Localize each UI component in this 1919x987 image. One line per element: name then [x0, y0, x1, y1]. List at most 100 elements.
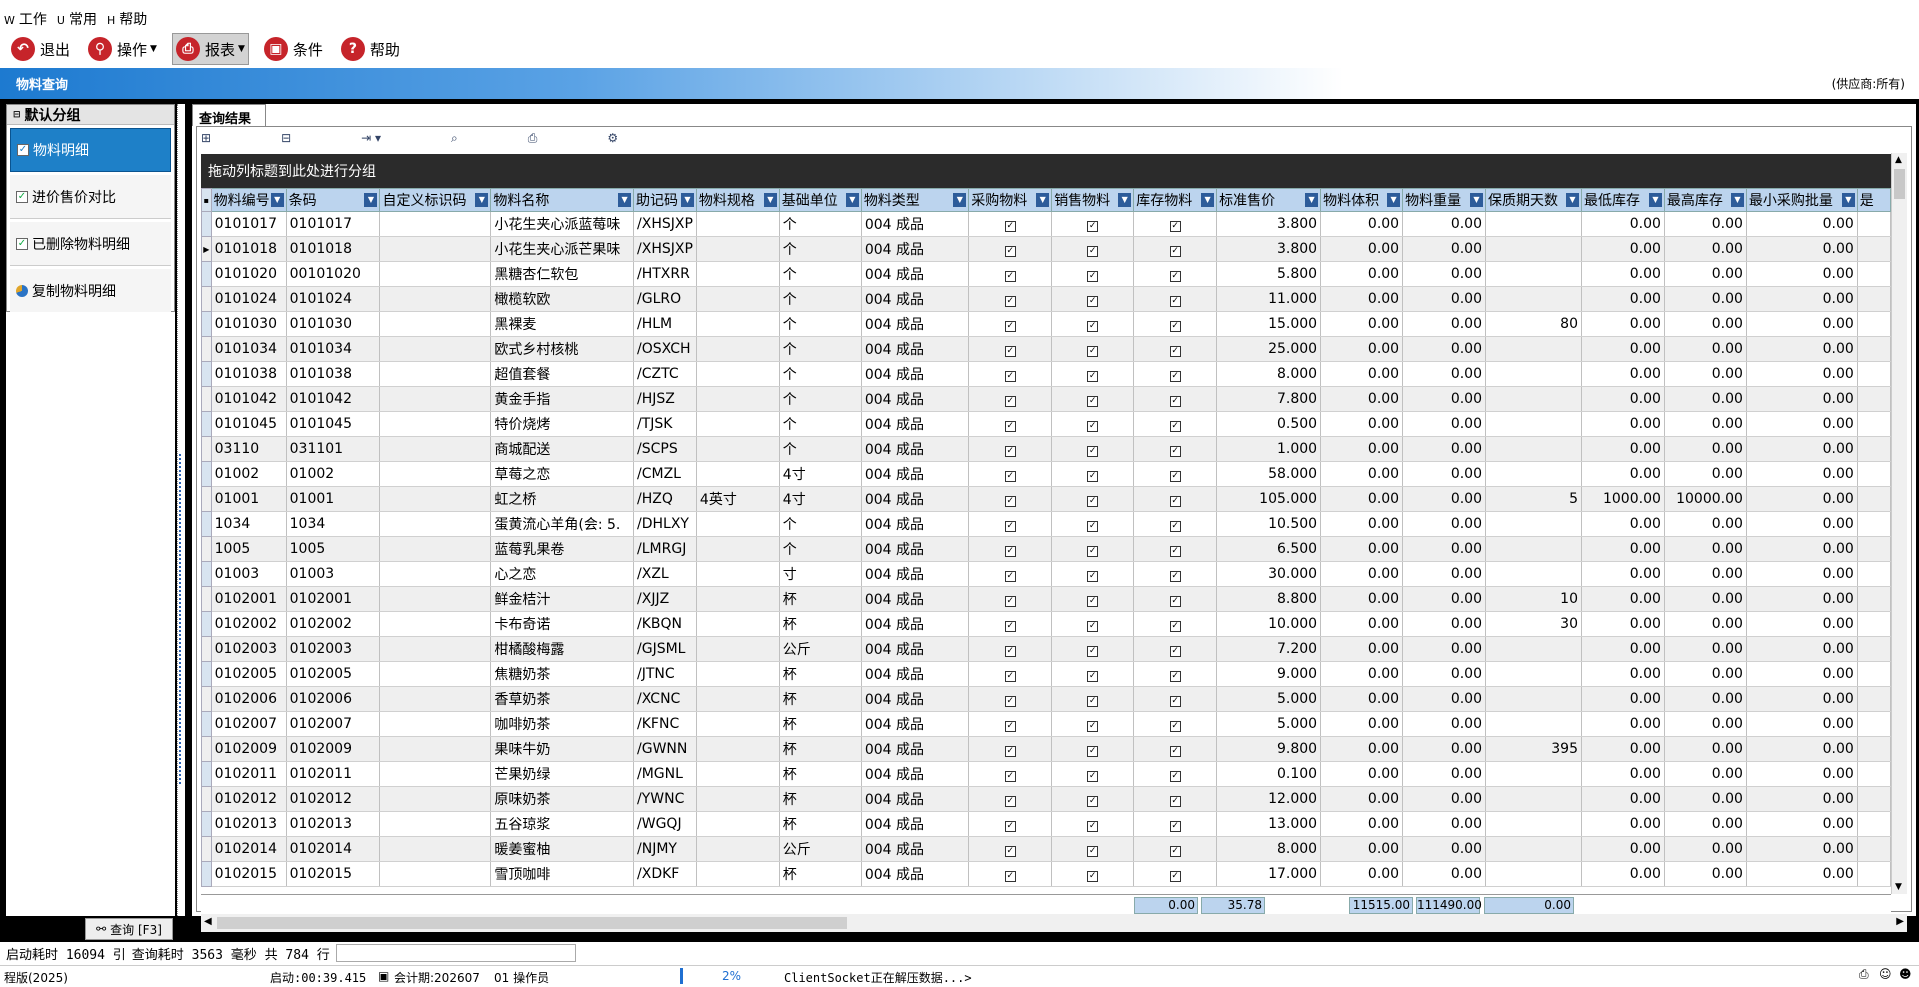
- table-cell[interactable]: 心之恋: [490, 561, 635, 587]
- table-cell[interactable]: 004 成品: [861, 836, 970, 862]
- table-cell[interactable]: 0.00: [1402, 411, 1486, 437]
- column-header[interactable]: 最高库存 ▼: [1663, 188, 1747, 212]
- column-header[interactable]: 库存物料 ▼: [1133, 188, 1218, 212]
- table-cell[interactable]: 0.00: [1664, 236, 1747, 262]
- table-cell[interactable]: 0.00: [1320, 361, 1404, 387]
- checkbox-cell[interactable]: ✓: [968, 486, 1053, 512]
- table-cell[interactable]: /DHLXY: [633, 511, 697, 537]
- table-cell[interactable]: 004 成品: [861, 786, 970, 812]
- table-cell[interactable]: [1485, 236, 1583, 262]
- table-cell[interactable]: 0101024: [211, 286, 287, 312]
- table-cell[interactable]: 0.00: [1320, 311, 1404, 337]
- menu-help[interactable]: H 帮助: [107, 9, 147, 29]
- column-header[interactable]: 基础单位 ▼: [778, 188, 862, 212]
- row-indicator[interactable]: [201, 261, 212, 287]
- table-cell[interactable]: 0.00: [1581, 686, 1665, 712]
- table-cell[interactable]: 0102013: [211, 811, 287, 837]
- table-row[interactable]: 01003 01003 心之恋/XZL 寸 004 成品 ✓ ✓ ✓ 30.000 0.00 0.0…: [201, 561, 1891, 587]
- checkbox-cell[interactable]: ✓: [1133, 311, 1218, 337]
- group-by-area[interactable]: 拖动列标题到此处进行分组: [201, 154, 1907, 188]
- table-cell[interactable]: 0102007: [286, 711, 381, 737]
- table-cell[interactable]: [379, 361, 492, 387]
- table-cell[interactable]: 0.00: [1746, 711, 1858, 737]
- table-cell[interactable]: 0.00: [1320, 586, 1404, 612]
- checkbox-cell[interactable]: ✓: [1051, 511, 1135, 537]
- table-cell[interactable]: /HJSZ: [633, 386, 697, 412]
- table-row[interactable]: 0102012 0102012 原味奶茶/YWNC 杯 004 成品 ✓ ✓ ✓ 12.000 0…: [201, 786, 1891, 812]
- table-cell[interactable]: [696, 411, 780, 437]
- table-cell[interactable]: 0.00: [1320, 386, 1404, 412]
- table-cell[interactable]: 暖姜蜜柚: [490, 836, 635, 862]
- table-cell[interactable]: 个: [779, 361, 862, 387]
- row-indicator[interactable]: [201, 786, 212, 812]
- checkbox-cell[interactable]: ✓: [968, 711, 1053, 737]
- table-row[interactable]: 0102009 0102009 果味牛奶/GWNN 杯 004 成品 ✓ ✓ ✓ 9.800 0.…: [201, 736, 1891, 762]
- table-cell[interactable]: 0.00: [1581, 811, 1665, 837]
- table-cell[interactable]: 0.00: [1581, 611, 1665, 637]
- checkbox-cell[interactable]: ✓: [968, 261, 1053, 287]
- row-indicator[interactable]: [201, 286, 212, 312]
- table-cell[interactable]: 004 成品: [861, 611, 970, 637]
- checkbox-cell[interactable]: ✓: [1051, 486, 1135, 512]
- find-icon[interactable]: ⌕: [451, 131, 458, 146]
- table-cell[interactable]: 30: [1485, 611, 1583, 637]
- column-header[interactable]: 物料体积 ▼: [1320, 188, 1404, 212]
- export-icon[interactable]: ⇥ ▾: [361, 131, 381, 145]
- table-cell[interactable]: 11.000: [1216, 286, 1322, 312]
- table-cell[interactable]: 0.00: [1402, 611, 1486, 637]
- table-cell[interactable]: 0.00: [1746, 386, 1858, 412]
- table-row[interactable]: 0102003 0102003 柑橘酸梅露/GJSML 公斤 004 成品 ✓ ✓ ✓ 7.20…: [201, 636, 1891, 662]
- table-cell[interactable]: 公斤: [779, 636, 862, 662]
- table-row[interactable]: 1005 1005 蓝莓乳果卷/LMRGJ 个 004 成品 ✓ ✓ ✓ 6.500 0.00 0.…: [201, 536, 1891, 562]
- table-cell[interactable]: 公斤: [779, 836, 862, 862]
- table-cell[interactable]: 0.00: [1402, 736, 1486, 762]
- table-cell[interactable]: 杯: [779, 586, 862, 612]
- checkbox-cell[interactable]: ✓: [968, 836, 1053, 862]
- table-cell[interactable]: [1485, 511, 1583, 537]
- table-row[interactable]: 0101030 0101030 黑裸麦/HLM 个 004 成品 ✓ ✓ ✓ 15.000 0.0…: [201, 311, 1891, 337]
- table-cell[interactable]: 0.00: [1402, 511, 1486, 537]
- checkbox-cell[interactable]: ✓: [1133, 211, 1218, 237]
- checkbox-cell[interactable]: ✓: [1133, 611, 1218, 637]
- table-cell[interactable]: 个: [779, 261, 862, 287]
- table-cell[interactable]: 01001: [286, 486, 381, 512]
- table-cell[interactable]: [379, 586, 492, 612]
- table-cell[interactable]: 0.00: [1320, 261, 1404, 287]
- table-cell[interactable]: 004 成品: [861, 586, 970, 612]
- checkbox-cell[interactable]: ✓: [1133, 261, 1218, 287]
- table-cell[interactable]: 个: [779, 336, 862, 362]
- table-cell[interactable]: 0.00: [1581, 761, 1665, 787]
- table-cell[interactable]: 031101: [286, 436, 381, 462]
- row-indicator[interactable]: [201, 811, 212, 837]
- table-cell[interactable]: 0.00: [1320, 536, 1404, 562]
- table-cell[interactable]: /JTNC: [633, 661, 697, 687]
- table-cell[interactable]: 5.000: [1216, 711, 1322, 737]
- table-cell[interactable]: 0101042: [211, 386, 287, 412]
- table-cell[interactable]: 004 成品: [861, 386, 970, 412]
- column-header[interactable]: 采购物料 ▼: [968, 188, 1053, 212]
- table-row[interactable]: 0101034 0101034 欧式乡村核桃/OSXCH 个 004 成品 ✓ ✓ ✓ 25.0…: [201, 336, 1891, 362]
- settings-icon[interactable]: ⚙: [607, 131, 618, 145]
- table-cell[interactable]: [696, 586, 780, 612]
- menu-work[interactable]: W 工作: [4, 9, 47, 29]
- table-cell[interactable]: 0.00: [1746, 486, 1858, 512]
- table-cell[interactable]: 0.00: [1320, 786, 1404, 812]
- checkbox-cell[interactable]: ✓: [1051, 436, 1135, 462]
- table-cell[interactable]: 0.00: [1320, 811, 1404, 837]
- table-cell[interactable]: 草莓之恋: [490, 461, 635, 487]
- table-cell[interactable]: 0.00: [1320, 761, 1404, 787]
- table-cell[interactable]: 0102015: [211, 861, 287, 887]
- table-cell[interactable]: 0102006: [286, 686, 381, 712]
- table-cell[interactable]: 004 成品: [861, 861, 970, 887]
- checkbox-cell[interactable]: ✓: [968, 786, 1053, 812]
- table-cell[interactable]: 0.00: [1664, 786, 1747, 812]
- table-cell[interactable]: [379, 836, 492, 862]
- table-cell[interactable]: 0.00: [1664, 211, 1747, 237]
- table-cell[interactable]: 杯: [779, 711, 862, 737]
- table-cell[interactable]: 0.00: [1664, 461, 1747, 487]
- table-cell[interactable]: 0.00: [1664, 736, 1747, 762]
- table-cell[interactable]: 0.00: [1320, 636, 1404, 662]
- table-cell[interactable]: 黑糖杏仁软包: [490, 261, 635, 287]
- printer-tray-icon[interactable]: ⎙: [1859, 967, 1875, 983]
- table-cell[interactable]: 0101030: [286, 311, 381, 337]
